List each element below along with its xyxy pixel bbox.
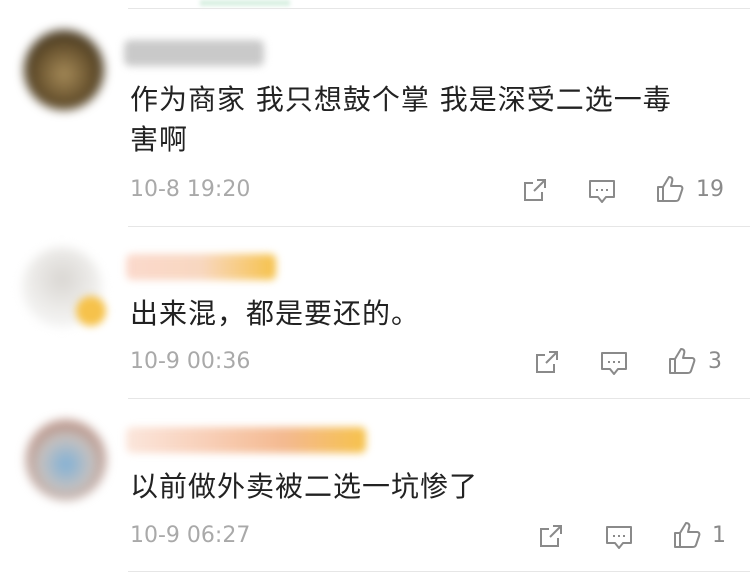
like-count: 1 bbox=[712, 523, 726, 548]
comment-reply-icon[interactable] bbox=[604, 522, 634, 552]
divider bbox=[128, 571, 750, 572]
comment-item: 以前做外卖被二选一坑惨了 10-9 06:27 1 bbox=[0, 0, 750, 578]
comment-text-line: 以前做外卖被二选一坑惨了 bbox=[130, 470, 479, 503]
comment-timestamp: 10-9 06:27 bbox=[130, 523, 251, 548]
username-blurred[interactable] bbox=[126, 427, 366, 453]
thumbs-up-icon[interactable] bbox=[672, 520, 702, 550]
comment-text: 以前做外卖被二选一坑惨了 bbox=[130, 467, 478, 507]
avatar[interactable] bbox=[26, 420, 106, 500]
share-icon[interactable] bbox=[536, 521, 566, 551]
comment-list: 作为商家 我只想鼓个掌 我是深受二选一毒 害啊 10-8 19:20 19 出来… bbox=[0, 0, 750, 578]
